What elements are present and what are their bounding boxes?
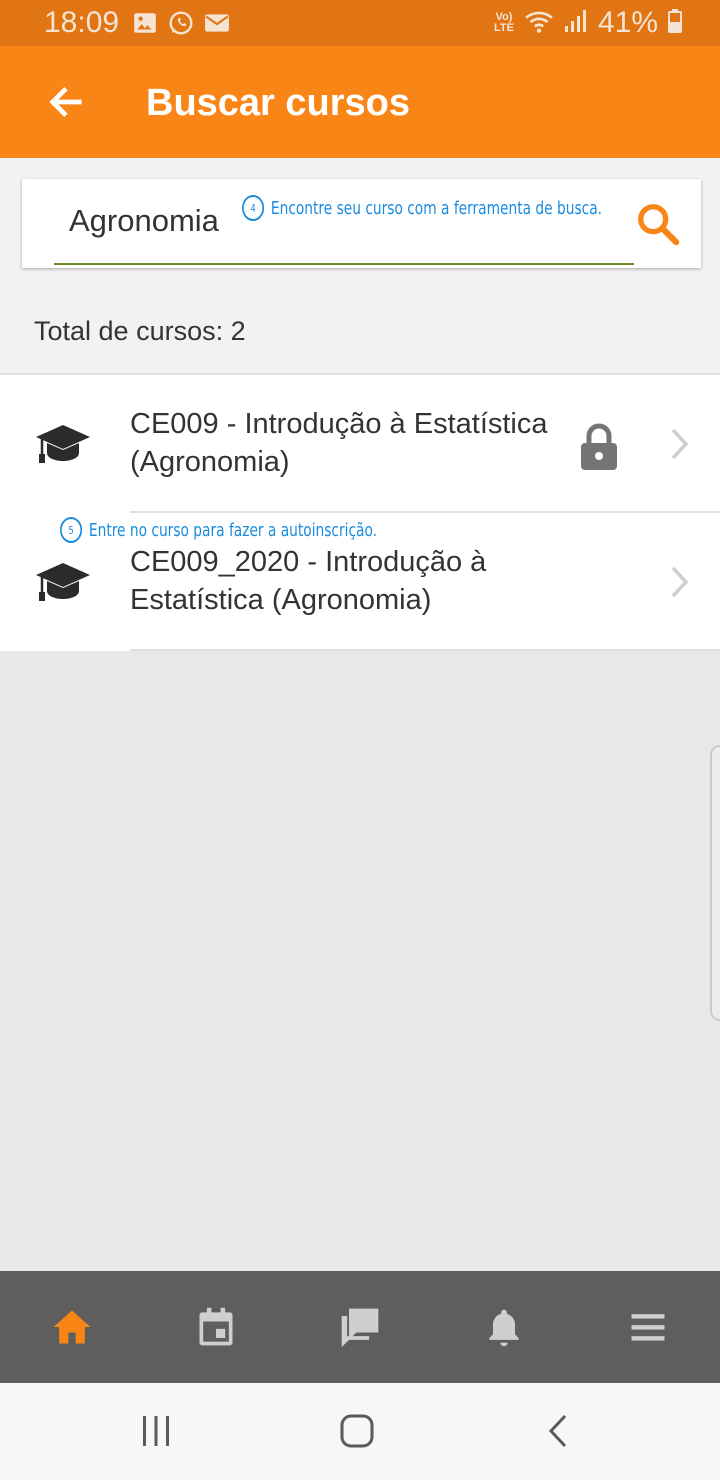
graduation-cap-icon <box>34 561 92 603</box>
edge-panel-handle[interactable] <box>710 745 720 1021</box>
wifi-icon <box>524 8 554 39</box>
system-nav-bar <box>0 1383 720 1480</box>
menu-icon[interactable] <box>576 1271 720 1383</box>
course-title: CE009 - Introdução à Estatística (Agrono… <box>130 408 548 478</box>
page-title: Buscar cursos <box>146 82 411 124</box>
home-icon[interactable] <box>0 1271 144 1383</box>
notification-icons <box>132 10 230 36</box>
graduation-cap-icon <box>34 423 92 465</box>
hint-number: 5 <box>60 517 83 543</box>
hint-text: Encontre seu curso com a ferramenta de b… <box>270 197 603 219</box>
course-title: CE009_2020 - Introdução à Estatística (A… <box>130 546 487 616</box>
hint-number: 4 <box>242 195 265 221</box>
mail-icon <box>204 10 230 36</box>
battery-icon <box>668 8 682 39</box>
divider <box>130 649 720 651</box>
total-courses-label: Total de cursos: 2 <box>34 316 246 346</box>
results-count: Total de cursos: 2 <box>0 290 720 375</box>
app-bar: Buscar cursos <box>0 46 720 158</box>
course-item[interactable]: CE009 - Introdução à Estatística (Agrono… <box>0 375 720 513</box>
whatsapp-icon <box>168 10 194 36</box>
system-status: Vo) LTE 41% <box>494 6 682 40</box>
gallery-icon <box>132 10 158 36</box>
arrow-back-icon[interactable] <box>44 82 88 122</box>
volte-indicator: Vo) LTE <box>493 11 514 34</box>
search-icon[interactable] <box>635 201 681 247</box>
search-area: 4 Encontre seu curso com a ferramenta de… <box>0 158 720 290</box>
lock-icon <box>578 423 620 471</box>
search-hint: 4 Encontre seu curso com a ferramenta de… <box>242 195 602 221</box>
hint-text: Entre no curso para fazer a autoinscriçã… <box>88 519 378 541</box>
search-input[interactable] <box>54 179 634 265</box>
battery-percent: 41% <box>597 6 658 39</box>
bottom-nav <box>0 1271 720 1383</box>
home-button-icon[interactable] <box>337 1411 377 1451</box>
signal-icon <box>564 8 588 39</box>
status-bar: 18:09 Vo) LTE 41% <box>0 0 720 46</box>
messages-icon[interactable] <box>288 1271 432 1383</box>
status-time: 18:09 <box>44 6 120 39</box>
search-card: 4 Encontre seu curso com a ferramenta de… <box>22 179 701 268</box>
calendar-icon[interactable] <box>144 1271 288 1383</box>
recent-apps-icon[interactable] <box>136 1411 176 1451</box>
chevron-right-icon <box>666 426 692 462</box>
course-hint: 5 Entre no curso para fazer a autoinscri… <box>60 517 377 543</box>
chevron-right-icon <box>666 564 692 600</box>
course-list: CE009 - Introdução à Estatística (Agrono… <box>0 375 720 651</box>
back-icon[interactable] <box>538 1411 578 1451</box>
notifications-icon[interactable] <box>432 1271 576 1383</box>
